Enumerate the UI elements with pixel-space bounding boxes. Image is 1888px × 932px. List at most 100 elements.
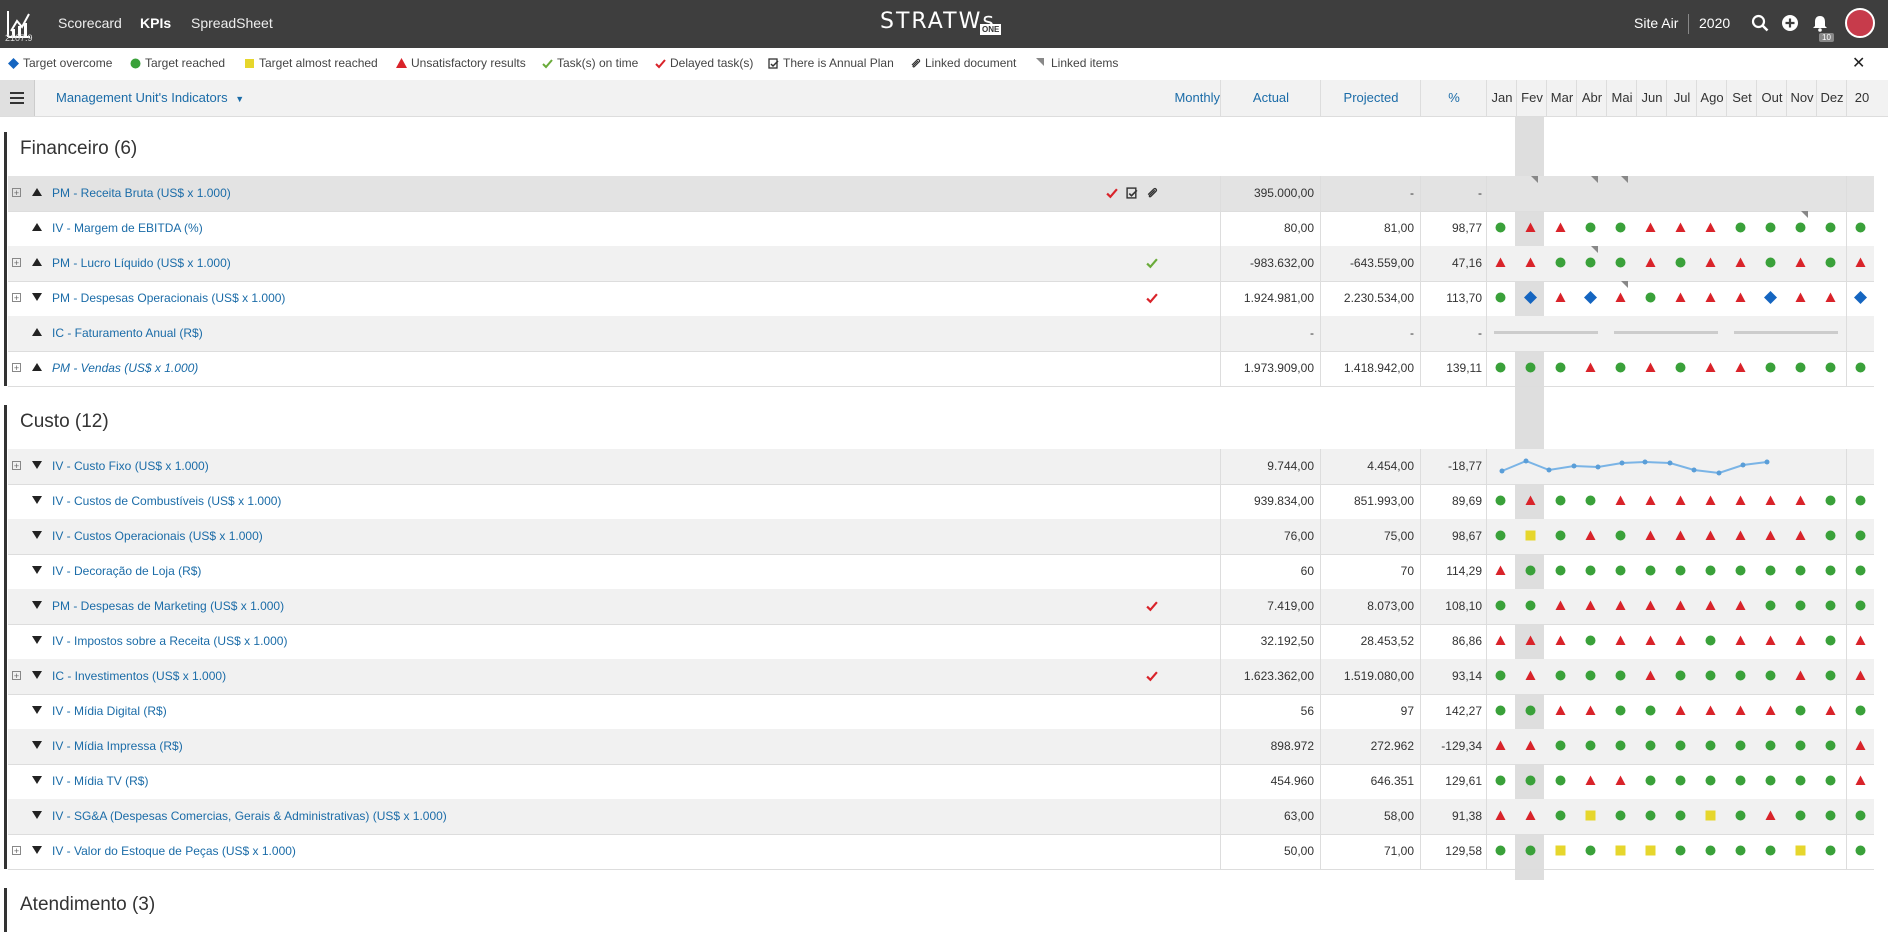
month-header[interactable]: Jan xyxy=(1486,80,1517,116)
target-reached-icon[interactable] xyxy=(1735,740,1746,754)
indicator-name[interactable]: IV - Mídia TV (R$) xyxy=(52,774,148,788)
unsatisfactory-icon[interactable] xyxy=(1495,257,1506,271)
unsatisfactory-icon[interactable] xyxy=(1525,740,1536,754)
target-reached-icon[interactable] xyxy=(1825,775,1836,789)
target-overcome-icon[interactable] xyxy=(1854,291,1867,307)
unsatisfactory-icon[interactable] xyxy=(1645,530,1656,544)
target-reached-icon[interactable] xyxy=(1705,775,1716,789)
target-almost-icon[interactable] xyxy=(1795,845,1806,859)
unsatisfactory-icon[interactable] xyxy=(1735,635,1746,649)
unsatisfactory-icon[interactable] xyxy=(1705,495,1716,509)
unsatisfactory-icon[interactable] xyxy=(1765,530,1776,544)
target-reached-icon[interactable] xyxy=(1675,740,1686,754)
unsatisfactory-icon[interactable] xyxy=(1555,600,1566,614)
target-reached-icon[interactable] xyxy=(1495,292,1506,306)
target-reached-icon[interactable] xyxy=(1555,740,1566,754)
unsatisfactory-icon[interactable] xyxy=(1645,635,1656,649)
expand-icon[interactable]: + xyxy=(12,363,21,373)
target-reached-icon[interactable] xyxy=(1855,222,1866,236)
target-reached-icon[interactable] xyxy=(1795,362,1806,376)
unsatisfactory-icon[interactable] xyxy=(1525,635,1536,649)
month-header[interactable]: 20 xyxy=(1846,80,1877,116)
unsatisfactory-icon[interactable] xyxy=(1645,257,1656,271)
unsatisfactory-icon[interactable] xyxy=(1495,810,1506,824)
unsatisfactory-icon[interactable] xyxy=(1765,810,1776,824)
unsatisfactory-icon[interactable] xyxy=(1855,635,1866,649)
target-reached-icon[interactable] xyxy=(1675,775,1686,789)
target-reached-icon[interactable] xyxy=(1825,845,1836,859)
target-reached-icon[interactable] xyxy=(1585,257,1596,271)
target-reached-icon[interactable] xyxy=(1735,775,1746,789)
target-reached-icon[interactable] xyxy=(1795,600,1806,614)
unsatisfactory-icon[interactable] xyxy=(1735,600,1746,614)
search-icon[interactable] xyxy=(1751,14,1769,32)
unsatisfactory-icon[interactable] xyxy=(1735,495,1746,509)
indicator-name[interactable]: IV - SG&A (Despesas Comercias, Gerais & … xyxy=(52,809,447,823)
indicator-row[interactable]: + IC - Investimentos (US$ x 1.000) 1.623.3… xyxy=(8,659,1874,695)
target-reached-icon[interactable] xyxy=(1495,705,1506,719)
unsatisfactory-icon[interactable] xyxy=(1705,292,1716,306)
expand-icon[interactable]: + xyxy=(12,846,21,856)
target-reached-icon[interactable] xyxy=(1555,257,1566,271)
indicators-dropdown[interactable]: Management Unit's Indicators ▼ xyxy=(56,90,244,105)
linked-items-icon[interactable] xyxy=(1801,211,1808,218)
target-reached-icon[interactable] xyxy=(1795,565,1806,579)
unsatisfactory-icon[interactable] xyxy=(1795,530,1806,544)
indicator-name[interactable]: IC - Faturamento Anual (R$) xyxy=(52,326,203,340)
target-reached-icon[interactable] xyxy=(1735,810,1746,824)
unsatisfactory-icon[interactable] xyxy=(1555,705,1566,719)
indicator-name[interactable]: IV - Custos de Combustíveis (US$ x 1.000… xyxy=(52,494,281,508)
indicator-row[interactable]: IV - Impostos sobre a Receita (US$ x 1.0… xyxy=(8,624,1874,660)
unsatisfactory-icon[interactable] xyxy=(1585,530,1596,544)
indicator-row[interactable]: IV - Decoração de Loja (R$) 60 70 114,29 xyxy=(8,554,1874,590)
menu-icon[interactable] xyxy=(0,80,35,116)
unsatisfactory-icon[interactable] xyxy=(1705,257,1716,271)
target-overcome-icon[interactable] xyxy=(1584,291,1597,307)
indicator-row[interactable]: IV - Mídia TV (R$) 454.960 646.351 129,61 xyxy=(8,764,1874,800)
target-reached-icon[interactable] xyxy=(1585,222,1596,236)
month-header[interactable]: Fev xyxy=(1516,80,1547,116)
month-header[interactable]: Nov xyxy=(1786,80,1817,116)
linked-items-icon[interactable] xyxy=(1621,281,1628,288)
target-reached-icon[interactable] xyxy=(1795,810,1806,824)
month-header[interactable]: Jul xyxy=(1666,80,1697,116)
linked-items-icon[interactable] xyxy=(1591,246,1598,253)
target-reached-icon[interactable] xyxy=(1615,222,1626,236)
unsatisfactory-icon[interactable] xyxy=(1795,257,1806,271)
unsatisfactory-icon[interactable] xyxy=(1735,530,1746,544)
month-header[interactable]: Mai xyxy=(1606,80,1637,116)
expand-icon[interactable]: + xyxy=(12,188,21,198)
target-reached-icon[interactable] xyxy=(1825,810,1836,824)
unsatisfactory-icon[interactable] xyxy=(1735,705,1746,719)
unsatisfactory-icon[interactable] xyxy=(1675,222,1686,236)
target-reached-icon[interactable] xyxy=(1705,635,1716,649)
unsatisfactory-icon[interactable] xyxy=(1855,740,1866,754)
target-reached-icon[interactable] xyxy=(1555,670,1566,684)
indicator-row[interactable]: + PM - Despesas Operacionais (US$ x 1.000… xyxy=(8,281,1874,317)
target-reached-icon[interactable] xyxy=(1645,705,1656,719)
target-reached-icon[interactable] xyxy=(1585,670,1596,684)
target-reached-icon[interactable] xyxy=(1525,845,1536,859)
target-overcome-icon[interactable] xyxy=(1764,291,1777,307)
target-reached-icon[interactable] xyxy=(1585,740,1596,754)
indicator-row[interactable]: + IV - Custo Fixo (US$ x 1.000) 9.744,00 4.… xyxy=(8,449,1874,485)
indicator-name[interactable]: IC - Investimentos (US$ x 1.000) xyxy=(52,669,226,683)
indicator-row[interactable]: IV - Mídia Digital (R$) 56 97 142,27 xyxy=(8,694,1874,730)
indicator-name[interactable]: IV - Impostos sobre a Receita (US$ x 1.0… xyxy=(52,634,287,648)
unsatisfactory-icon[interactable] xyxy=(1645,670,1656,684)
target-reached-icon[interactable] xyxy=(1675,257,1686,271)
unsatisfactory-icon[interactable] xyxy=(1495,740,1506,754)
indicator-name[interactable]: PM - Lucro Líquido (US$ x 1.000) xyxy=(52,256,231,270)
target-reached-icon[interactable] xyxy=(1585,495,1596,509)
unsatisfactory-icon[interactable] xyxy=(1525,495,1536,509)
unsatisfactory-icon[interactable] xyxy=(1855,775,1866,789)
target-reached-icon[interactable] xyxy=(1495,845,1506,859)
month-header[interactable]: Mar xyxy=(1546,80,1577,116)
indicator-name[interactable]: PM - Vendas (US$ x 1.000) xyxy=(52,361,198,375)
target-reached-icon[interactable] xyxy=(1675,810,1686,824)
indicator-row[interactable]: + IV - Valor do Estoque de Peças (US$ x 1… xyxy=(8,834,1874,870)
target-reached-icon[interactable] xyxy=(1615,362,1626,376)
indicator-name[interactable]: IV - Custos Operacionais (US$ x 1.000) xyxy=(52,529,263,543)
unsatisfactory-icon[interactable] xyxy=(1795,635,1806,649)
target-reached-icon[interactable] xyxy=(1825,565,1836,579)
